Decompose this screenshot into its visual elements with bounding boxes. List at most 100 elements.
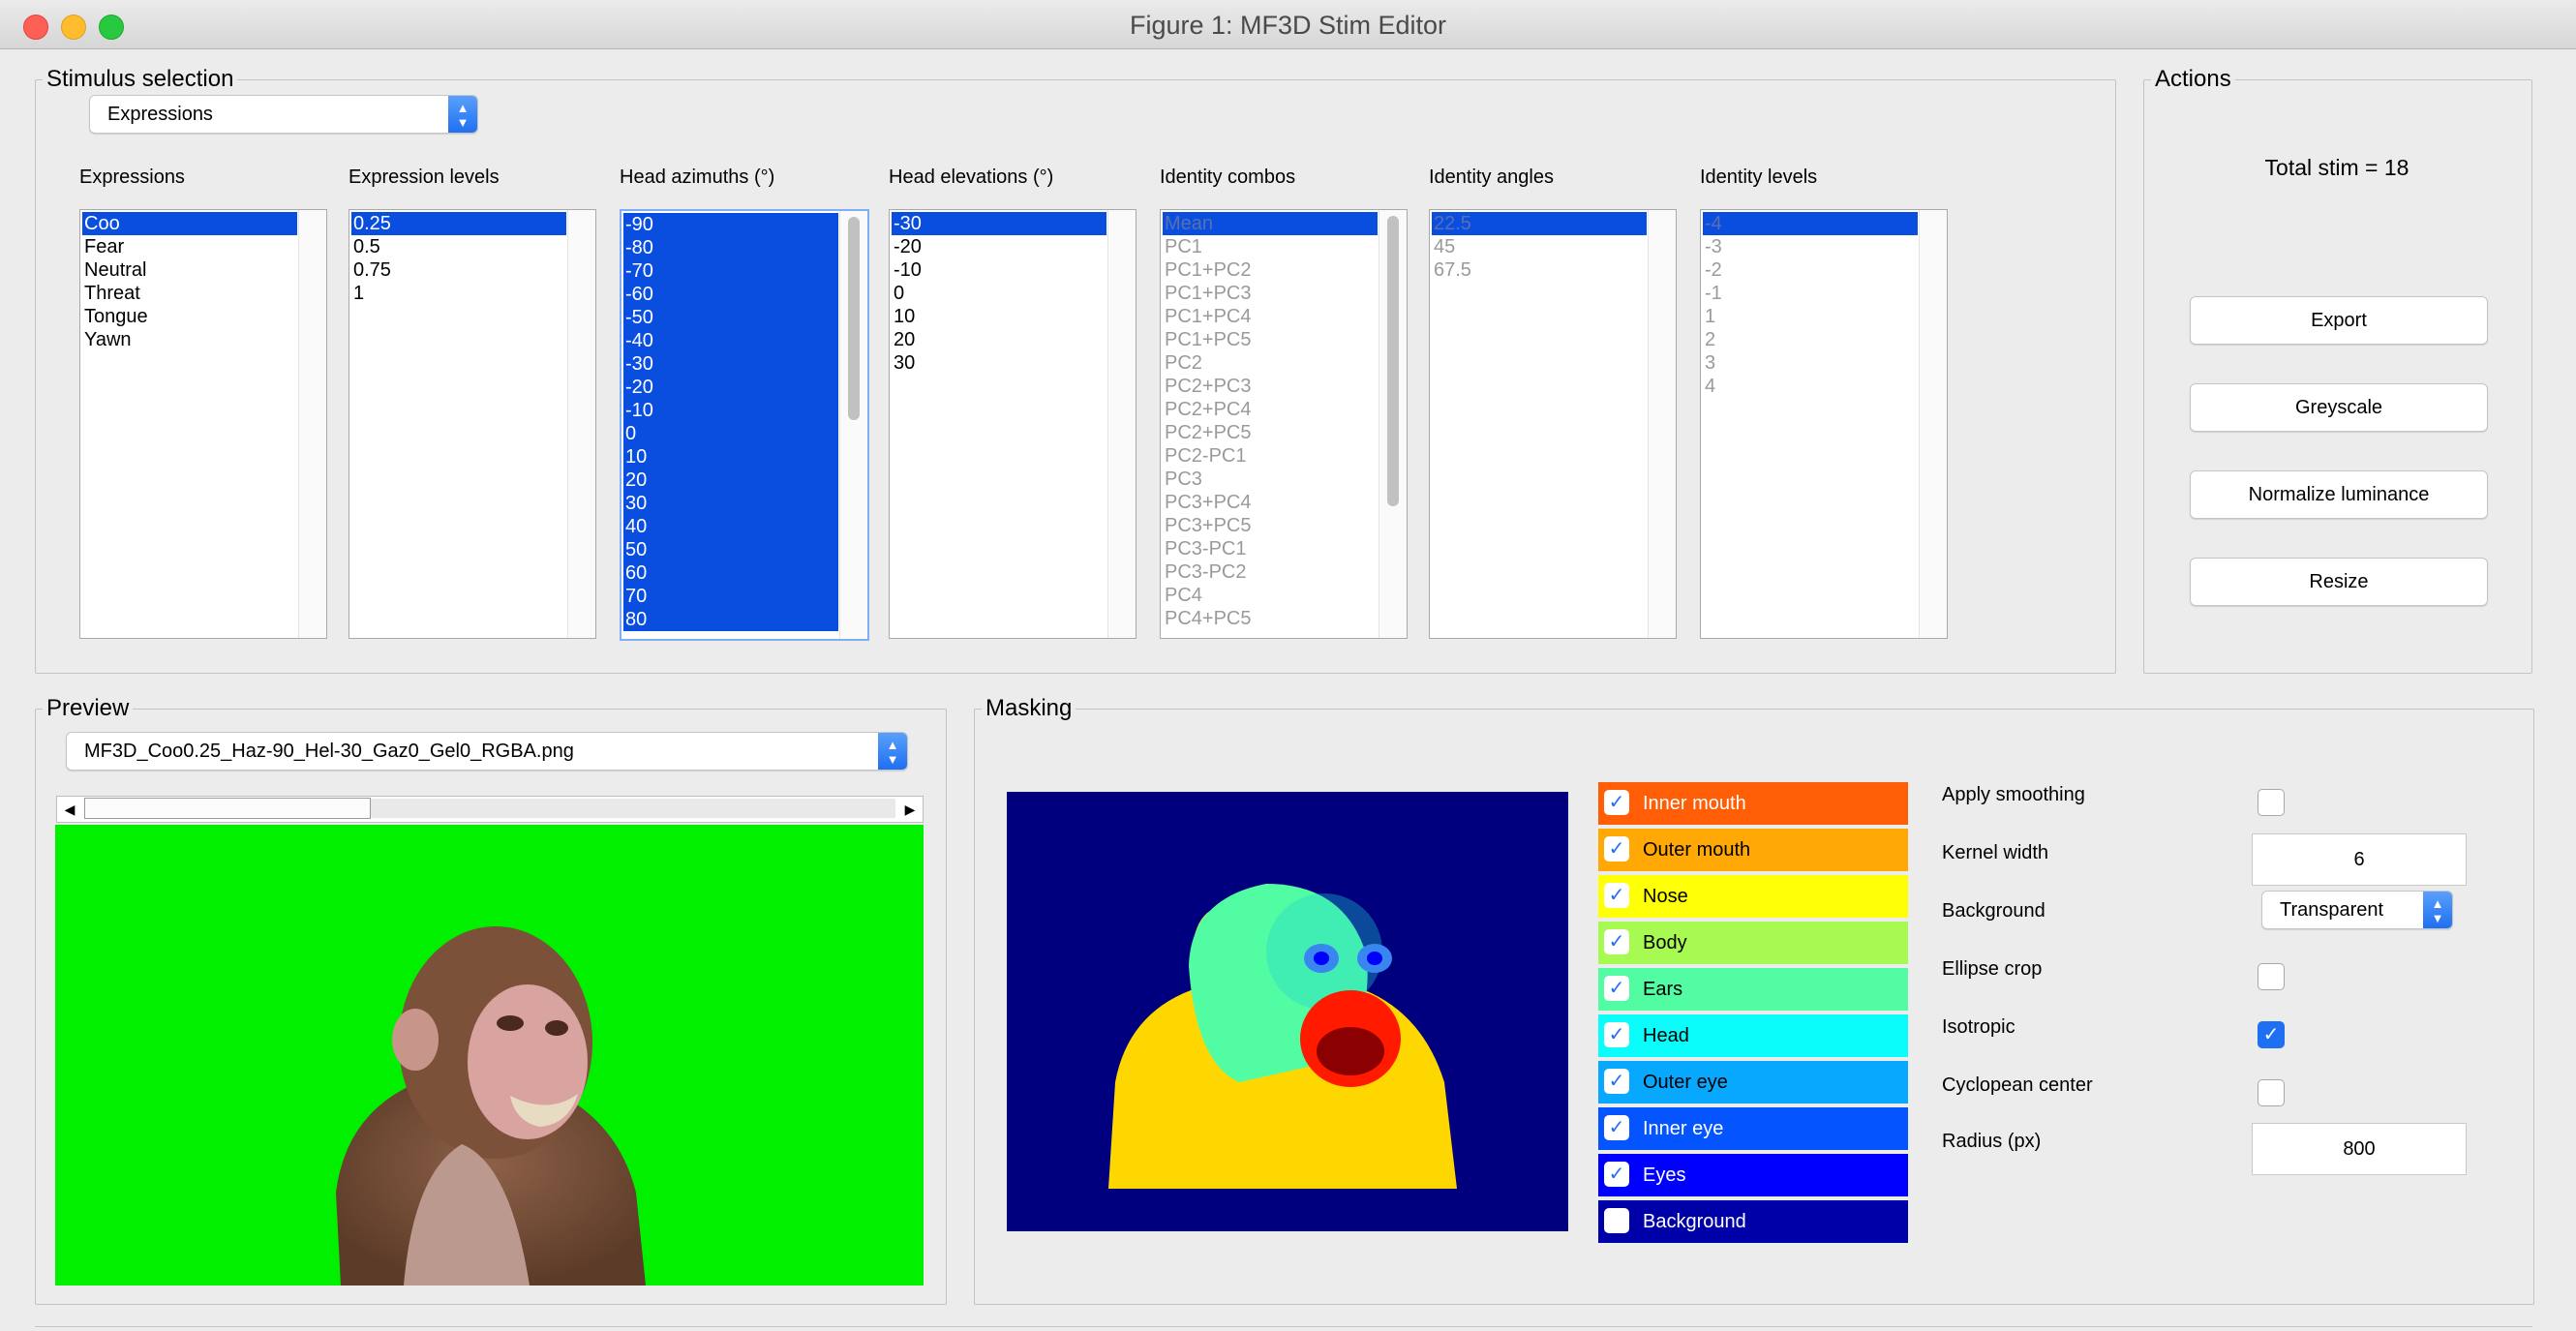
background-dropdown[interactable]: Transparent ▲ ▼ <box>2261 891 2453 929</box>
identity-combos-scrollbar[interactable] <box>1379 210 1407 638</box>
isotropic-checkbox[interactable]: ✓ <box>2258 1021 2285 1048</box>
list-item[interactable]: Neutral <box>82 258 297 282</box>
slider-left-arrow-icon[interactable]: ◀ <box>57 797 82 822</box>
expressions-listbox[interactable]: Coo Fear Neutral Threat Tongue Yawn <box>79 209 327 639</box>
mask-image <box>1007 792 1568 1231</box>
list-item[interactable]: Coo <box>82 212 297 235</box>
list-item[interactable]: -80 <box>623 236 838 259</box>
list-item: PC1+PC5 <box>1165 329 1252 350</box>
head-azimuths-scrollbar[interactable] <box>839 211 867 639</box>
list-item[interactable]: 0 <box>892 282 1106 305</box>
list-item[interactable]: -20 <box>623 376 838 399</box>
scrollbar-thumb[interactable] <box>848 217 860 420</box>
mask-region-row[interactable]: ✓ Ears <box>1598 968 1908 1011</box>
list-item[interactable]: -30 <box>623 352 838 376</box>
mask-region-checkbox[interactable]: ✓ <box>1604 1069 1629 1094</box>
checkmark-icon: ✓ <box>1608 1164 1625 1185</box>
list-item[interactable]: Tongue <box>82 305 297 328</box>
list-item[interactable]: -10 <box>892 258 1106 282</box>
list-item[interactable]: 30 <box>623 492 838 515</box>
list-item[interactable]: 50 <box>623 538 838 561</box>
list-item[interactable]: -20 <box>892 235 1106 258</box>
list-item: PC2+PC5 <box>1165 422 1252 443</box>
mask-region-row[interactable]: ✓ Outer mouth <box>1598 829 1908 871</box>
mask-region-label: Head <box>1643 1025 1689 1046</box>
list-item[interactable]: Threat <box>82 282 297 305</box>
list-item[interactable]: -60 <box>623 283 838 306</box>
list-item[interactable]: 0 <box>623 422 838 445</box>
list-item[interactable]: 80 <box>623 608 838 631</box>
expression-levels-scrollbar[interactable] <box>567 210 595 638</box>
list-item[interactable]: 0.5 <box>351 235 566 258</box>
identity-levels-listbox[interactable]: -4 -3 -2 -1 1 2 3 4 <box>1700 209 1948 639</box>
mask-region-row[interactable]: ✓ Outer eye <box>1598 1061 1908 1104</box>
list-item[interactable]: -40 <box>623 329 838 352</box>
list-item[interactable]: 30 <box>892 351 1106 375</box>
mask-region-checkbox[interactable]: ✓ <box>1604 883 1629 908</box>
mask-region-checkbox[interactable]: ✓ <box>1604 1162 1629 1187</box>
mask-region-row[interactable]: Background <box>1598 1200 1908 1243</box>
window-title: Figure 1: MF3D Stim Editor <box>1129 11 1447 40</box>
mask-region-row[interactable]: ✓ Eyes <box>1598 1154 1908 1196</box>
mask-region-row[interactable]: ✓ Nose <box>1598 875 1908 918</box>
preview-slider[interactable]: ◀ ▶ <box>56 796 924 823</box>
list-item[interactable]: 20 <box>892 328 1106 351</box>
expressions-scrollbar[interactable] <box>298 210 326 638</box>
resize-button[interactable]: Resize <box>2190 558 2488 606</box>
list-item[interactable]: 20 <box>623 469 838 492</box>
identity-angles-listbox[interactable]: 22.5 45 67.5 <box>1429 209 1677 639</box>
radius-input[interactable]: 800 <box>2252 1123 2467 1175</box>
head-elevations-scrollbar[interactable] <box>1107 210 1136 638</box>
mask-region-checkbox[interactable]: ✓ <box>1604 1115 1629 1140</box>
normalize-luminance-button[interactable]: Normalize luminance <box>2190 470 2488 519</box>
list-item[interactable]: 60 <box>623 561 838 585</box>
list-item[interactable]: 0.25 <box>351 212 566 235</box>
list-item[interactable]: 10 <box>623 445 838 469</box>
expression-levels-listbox[interactable]: 0.25 0.5 0.75 1 <box>349 209 596 639</box>
slider-right-arrow-icon[interactable]: ▶ <box>897 797 923 822</box>
head-azimuths-listbox[interactable]: -90 -80 -70 -60 -50 -40 -30 -20 -10 0 10 20 30 40 50 60… <box>620 209 869 641</box>
mask-region-checkbox[interactable] <box>1604 1208 1629 1233</box>
mask-region-checkbox[interactable]: ✓ <box>1604 1022 1629 1047</box>
greyscale-button[interactable]: Greyscale <box>2190 383 2488 432</box>
mask-region-checkbox[interactable]: ✓ <box>1604 836 1629 862</box>
slider-thumb[interactable] <box>84 798 371 819</box>
list-item[interactable]: 40 <box>623 515 838 538</box>
identity-levels-scrollbar[interactable] <box>1919 210 1947 638</box>
list-item[interactable]: -70 <box>623 259 838 283</box>
identity-combos-listbox[interactable]: Mean PC1 PC1+PC2 PC1+PC3 PC1+PC4 PC1+PC5 PC2 PC… <box>1160 209 1408 639</box>
list-item[interactable]: Fear <box>82 235 297 258</box>
mask-region-checkbox[interactable]: ✓ <box>1604 976 1629 1001</box>
ellipse-crop-checkbox[interactable] <box>2258 963 2285 990</box>
mask-region-row[interactable]: ✓ Inner eye <box>1598 1107 1908 1150</box>
list-item: PC2+PC3 <box>1165 376 1252 397</box>
mask-region-row[interactable]: ✓ Head <box>1598 1014 1908 1057</box>
list-item[interactable]: -50 <box>623 306 838 329</box>
list-item: 2 <box>1705 329 1716 350</box>
list-item[interactable]: 1 <box>351 282 566 305</box>
kernel-width-input[interactable]: 6 <box>2252 833 2467 886</box>
export-button[interactable]: Export <box>2190 296 2488 345</box>
list-item[interactable]: 70 <box>623 585 838 608</box>
list-item: -3 <box>1705 236 1722 257</box>
mask-region-row[interactable]: ✓ Body <box>1598 922 1908 964</box>
mask-region-checkbox[interactable]: ✓ <box>1604 929 1629 954</box>
list-item[interactable]: -30 <box>892 212 1106 235</box>
checkmark-icon: ✓ <box>1608 1024 1625 1045</box>
stimulus-type-dropdown[interactable]: Expressions ▲ ▼ <box>89 95 478 134</box>
mask-region-checkbox[interactable]: ✓ <box>1604 790 1629 815</box>
scrollbar-thumb[interactable] <box>1387 216 1399 506</box>
mask-region-row[interactable]: ✓ Inner mouth <box>1598 782 1908 825</box>
list-item[interactable]: -90 <box>623 213 838 236</box>
dropdown-arrows-icon: ▲ ▼ <box>2423 892 2452 928</box>
list-item[interactable]: 0.75 <box>351 258 566 282</box>
list-item[interactable]: -10 <box>623 399 838 422</box>
identity-angles-scrollbar[interactable] <box>1648 210 1676 638</box>
preview-file-dropdown[interactable]: MF3D_Coo0.25_Haz-90_Hel-30_Gaz0_Gel0_RGB… <box>66 732 908 771</box>
apply-smoothing-checkbox[interactable] <box>2258 789 2285 816</box>
list-item[interactable]: 10 <box>892 305 1106 328</box>
cyclopean-center-label: Cyclopean center <box>1942 1074 2093 1096</box>
head-elevations-listbox[interactable]: -30 -20 -10 0 10 20 30 <box>889 209 1136 639</box>
cyclopean-center-checkbox[interactable] <box>2258 1079 2285 1106</box>
list-item[interactable]: Yawn <box>82 328 297 351</box>
